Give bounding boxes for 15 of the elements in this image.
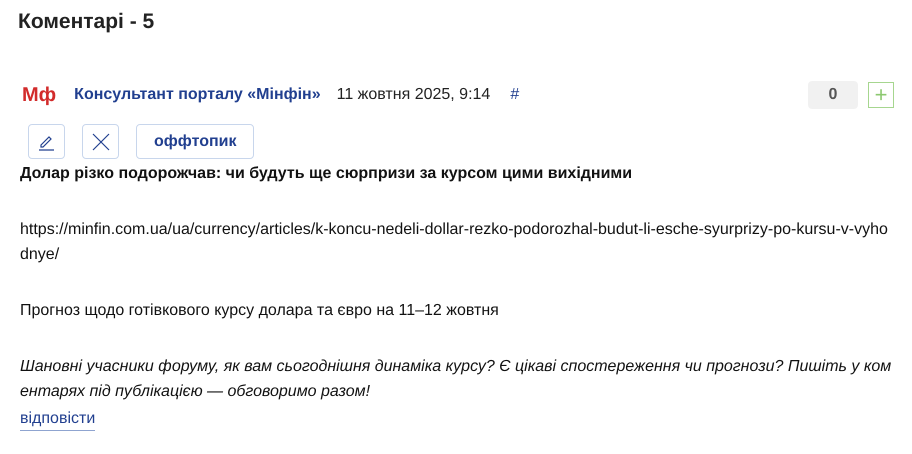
section-heading: Коментарі - 5	[18, 9, 156, 35]
comment-paragraph: https://minfin.com.ua/ua/currency/articles/k-koncu-nedeli-dollar-rezko-podorozhal-budut-li-esche-syurprizy-po-kursu-v-vyhodnye/	[20, 220, 889, 265]
offtopic-button[interactable]: оффтопик	[136, 124, 254, 159]
author-link[interactable]: Консультант порталу «Мінфін»	[74, 83, 321, 107]
anchor-link[interactable]: #	[510, 83, 520, 107]
close-icon	[92, 132, 110, 150]
comment-date: 11 жовтня 2025, 9:14	[336, 85, 490, 105]
reply-link[interactable]: відповісти	[20, 408, 96, 431]
comment-paragraph: Прогноз щодо готівкового курсу долара та євро на 11–12 жовтня	[20, 301, 500, 321]
vote-count: 0	[808, 81, 858, 109]
edit-button[interactable]	[28, 124, 65, 159]
delete-button[interactable]	[82, 124, 119, 159]
comment-paragraph: Долар різко подорожчав: чи будуть ще сюрпризи за курсом цими вихідними	[20, 164, 634, 184]
comment-paragraph: Шановні учасники форуму, як вам сьогоднішня динаміка курсу? Є цікаві спостереження чи прогнози? Пишіть у коментарях під публікацією — обговоримо разом!	[20, 357, 892, 402]
logo: Мф	[22, 85, 56, 105]
